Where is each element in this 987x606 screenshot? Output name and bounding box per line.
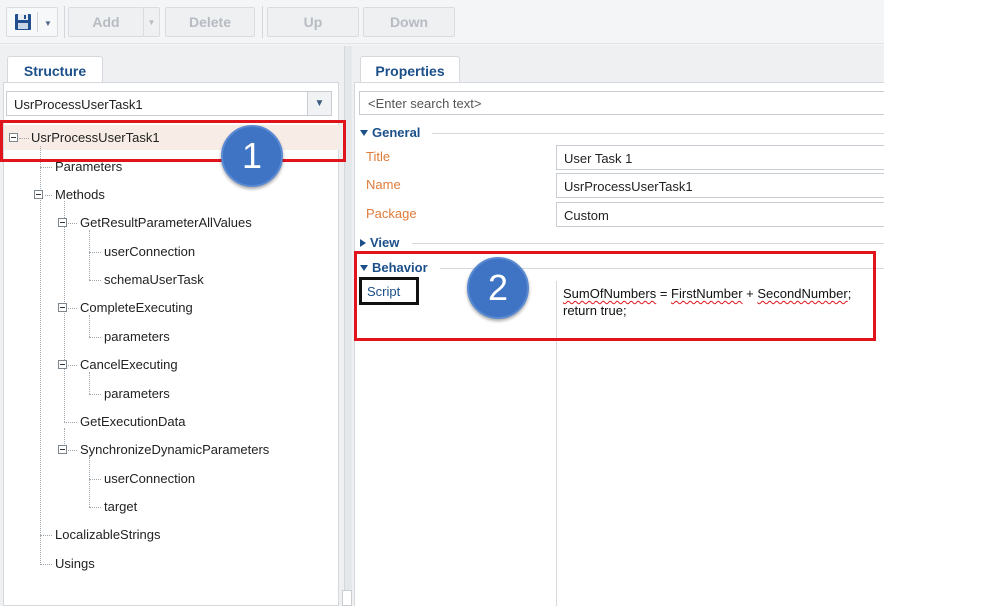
- scrollbar-thumb[interactable]: [342, 590, 352, 606]
- package-field[interactable]: Custom: [556, 202, 884, 227]
- search-placeholder: <Enter search text>: [368, 96, 482, 111]
- add-button[interactable]: Add: [68, 7, 144, 37]
- schema-select[interactable]: UsrProcessUserTask1 ▼: [6, 91, 332, 116]
- tree-node-user-connection[interactable]: userConnection: [104, 244, 195, 259]
- tree-node-get-result-parameter-all-values[interactable]: GetResultParameterAllValues: [80, 215, 252, 230]
- blank-area: [884, 0, 987, 606]
- group-view[interactable]: View: [360, 235, 399, 250]
- tab-properties[interactable]: Properties: [360, 56, 460, 84]
- package-value: Custom: [564, 208, 609, 223]
- collapse-icon[interactable]: [58, 360, 67, 369]
- add-dropdown-button[interactable]: ▼: [143, 7, 160, 37]
- name-field[interactable]: UsrProcessUserTask1: [556, 173, 884, 198]
- collapse-icon[interactable]: [58, 303, 67, 312]
- annotation-box-2: [354, 251, 876, 341]
- tree-node-schema-user-task[interactable]: schemaUserTask: [104, 272, 204, 287]
- app-window: ▼ Add ▼ Delete Up Down Structure UsrProc…: [0, 0, 884, 606]
- tab-properties-label: Properties: [375, 62, 445, 79]
- tree-node-localizable-strings[interactable]: LocalizableStrings: [55, 527, 161, 542]
- package-label: Package: [366, 206, 417, 221]
- schema-select-value: UsrProcessUserTask1: [14, 97, 143, 112]
- floppy-disk-icon: [15, 14, 31, 30]
- title-field[interactable]: User Task 1: [556, 145, 884, 170]
- name-label: Name: [366, 177, 401, 192]
- tree-node-parameters-complete[interactable]: parameters: [104, 329, 170, 344]
- badge-1-number: 1: [241, 135, 263, 176]
- title-label: Title: [366, 149, 391, 164]
- delete-button[interactable]: Delete: [165, 7, 255, 37]
- tree-node-user-connection-sync[interactable]: userConnection: [104, 471, 195, 486]
- tab-structure-label: Structure: [23, 62, 87, 79]
- annotation-box-1: [0, 120, 346, 162]
- collapsed-triangle-icon: [360, 239, 366, 247]
- title-value: User Task 1: [564, 151, 633, 166]
- annotation-badge-2: 2: [467, 257, 529, 319]
- toolbar: ▼ Add ▼ Delete Up Down: [0, 0, 884, 44]
- up-button-label: Up: [303, 14, 323, 30]
- chevron-down-icon[interactable]: ▼: [307, 92, 331, 115]
- tree-node-complete-executing[interactable]: CompleteExecuting: [80, 300, 193, 315]
- save-button[interactable]: ▼: [6, 7, 58, 37]
- delete-button-label: Delete: [188, 14, 232, 30]
- tree-node-synchronize-dynamic-parameters[interactable]: SynchronizeDynamicParameters: [80, 442, 269, 457]
- annotation-badge-1: 1: [221, 125, 283, 187]
- save-dropdown-arrow-icon[interactable]: ▼: [44, 19, 52, 28]
- collapse-icon[interactable]: [58, 445, 67, 454]
- up-button[interactable]: Up: [267, 7, 359, 37]
- badge-2-number: 2: [487, 267, 509, 308]
- down-button[interactable]: Down: [363, 7, 455, 37]
- tree-node-usings[interactable]: Usings: [55, 556, 95, 571]
- search-input[interactable]: <Enter search text>: [359, 91, 884, 115]
- tree-node-get-execution-data[interactable]: GetExecutionData: [80, 414, 186, 429]
- name-value: UsrProcessUserTask1: [564, 179, 693, 194]
- collapse-icon[interactable]: [34, 190, 43, 199]
- group-general-label: General: [372, 125, 421, 140]
- group-view-label: View: [370, 235, 400, 250]
- add-button-label: Add: [92, 14, 120, 30]
- collapse-icon[interactable]: [58, 218, 67, 227]
- tree-node-methods[interactable]: Methods: [55, 187, 105, 202]
- tree-node-cancel-executing[interactable]: CancelExecuting: [80, 357, 178, 372]
- group-general[interactable]: General: [360, 125, 420, 140]
- down-button-label: Down: [389, 14, 429, 30]
- tree-node-parameters-cancel[interactable]: parameters: [104, 386, 170, 401]
- tree-node-target[interactable]: target: [104, 499, 137, 514]
- chevron-down-icon: ▼: [147, 17, 156, 27]
- tab-structure[interactable]: Structure: [7, 56, 103, 84]
- expanded-triangle-icon: [360, 130, 368, 136]
